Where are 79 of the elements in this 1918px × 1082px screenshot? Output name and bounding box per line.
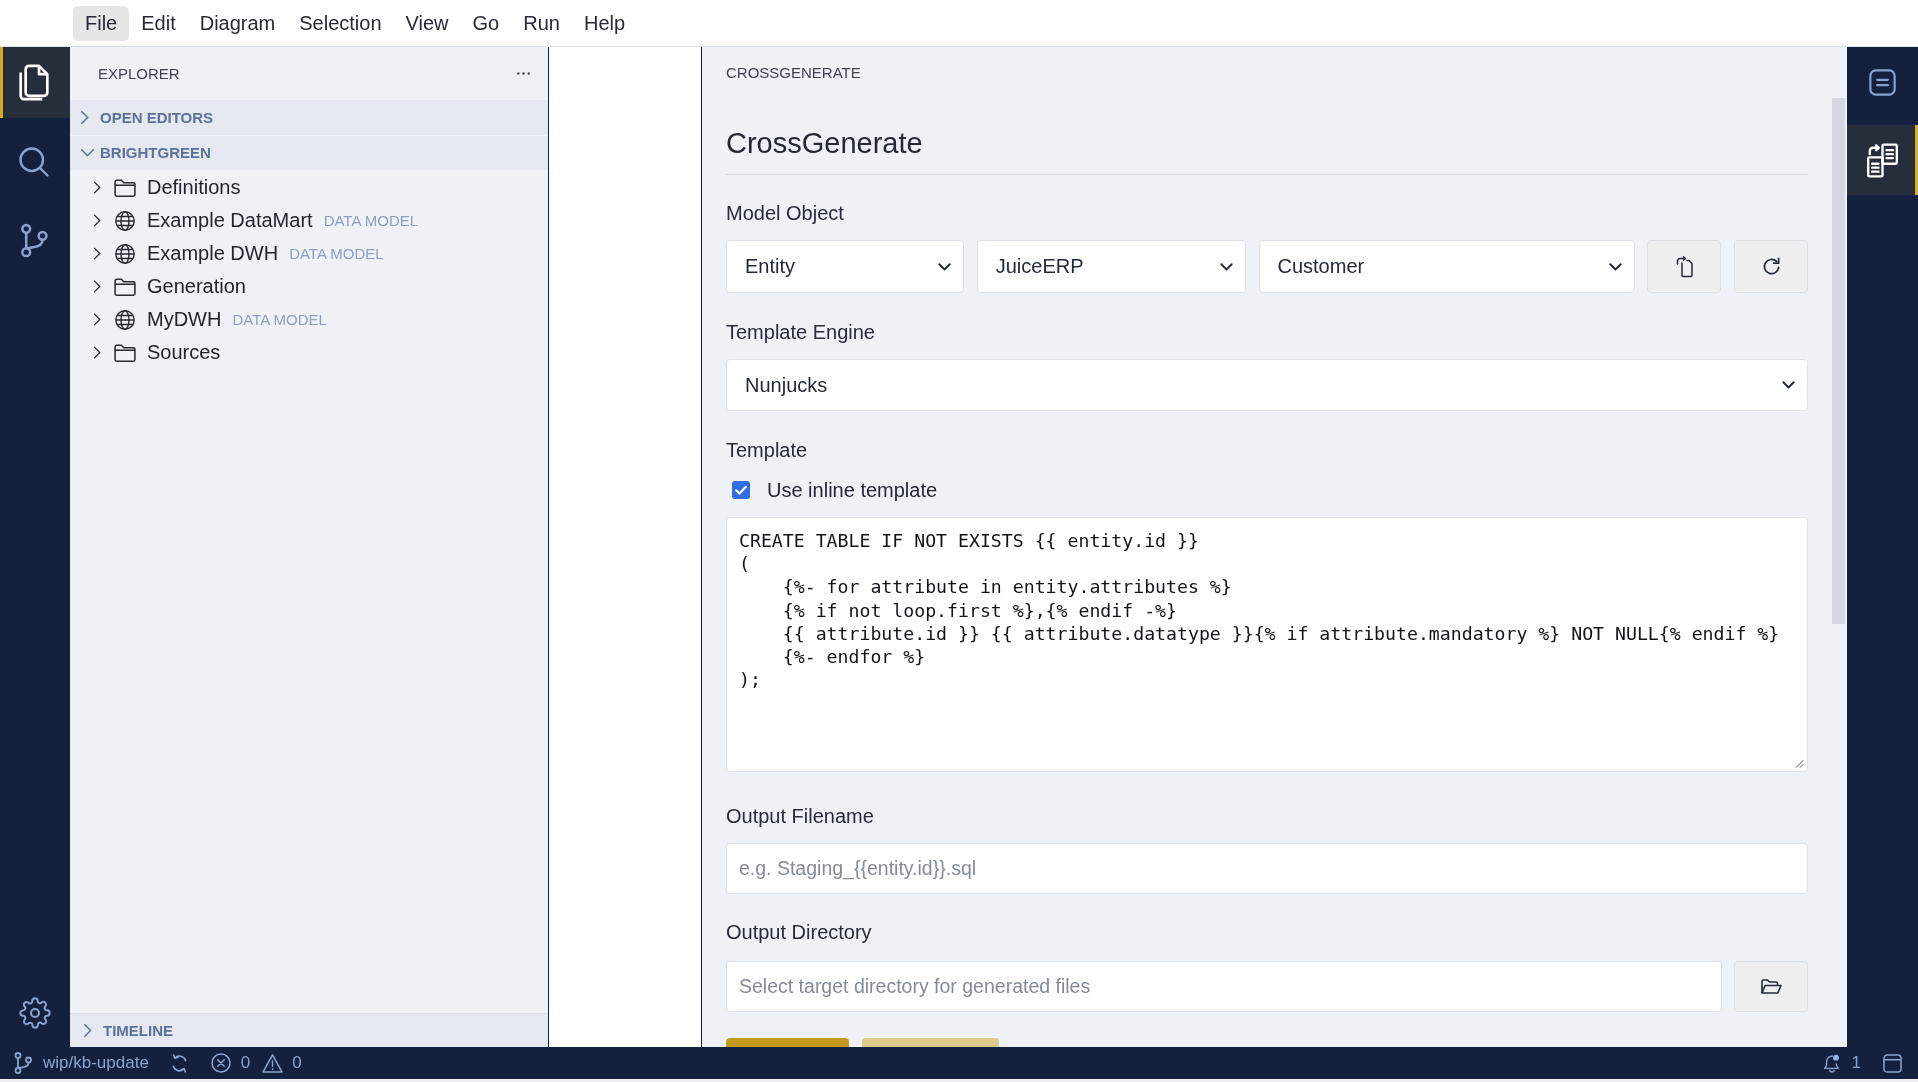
dropdown[interactable]: JuiceERP xyxy=(976,240,1246,293)
chevron-down-icon xyxy=(1219,262,1233,271)
field-label: Output Filename xyxy=(726,804,874,829)
folder-button[interactable] xyxy=(1734,961,1808,1012)
search-icon xyxy=(18,146,49,177)
menu-item[interactable]: Go xyxy=(460,5,512,41)
chevron-right-icon[interactable] xyxy=(93,312,101,327)
tree-item-label[interactable]: Definitions xyxy=(147,176,241,199)
branch-icon xyxy=(19,223,48,258)
warning-icon[interactable] xyxy=(262,1053,284,1073)
status-branch[interactable]: wip/kb-update xyxy=(43,1053,149,1073)
activity-bar-tab[interactable] xyxy=(0,47,70,118)
menu-item[interactable]: Diagram xyxy=(187,5,288,41)
field-label: Output Directory xyxy=(726,920,872,945)
menu-item[interactable]: Run xyxy=(511,5,572,41)
side-panel-tab[interactable] xyxy=(1847,125,1918,195)
section-header[interactable]: TIMELINE xyxy=(70,1013,548,1047)
panel-header-title: CROSSGENERATE xyxy=(726,63,861,83)
checkbox-label[interactable]: Use inline template xyxy=(767,478,938,502)
folder-icon xyxy=(114,276,136,297)
text-input[interactable]: Select target directory for generated files xyxy=(726,961,1722,1012)
tree-item-description: DATA MODEL xyxy=(323,212,419,229)
section-header[interactable]: BRIGHTGREEN xyxy=(70,135,548,171)
field-label: Template xyxy=(726,438,808,463)
refresh-icon xyxy=(1761,257,1781,276)
menu-item[interactable]: Edit xyxy=(129,5,188,41)
chevron-right-icon[interactable] xyxy=(93,180,101,195)
refresh-button[interactable] xyxy=(1734,240,1808,293)
more-icon[interactable] xyxy=(517,72,530,75)
globe-icon xyxy=(114,309,136,330)
field-label: Template Engine xyxy=(726,320,875,345)
documents-arrow-icon xyxy=(1865,142,1900,178)
tree-item-description: DATA MODEL xyxy=(289,245,384,262)
error-count[interactable]: 0 xyxy=(240,1053,251,1073)
files-icon xyxy=(18,64,49,101)
list-icon xyxy=(1869,68,1896,96)
chevron-right-icon[interactable] xyxy=(93,213,101,228)
dropdown[interactable]: Entity xyxy=(726,240,964,293)
tree-item-label[interactable]: Generation xyxy=(147,275,246,298)
folder-icon xyxy=(114,177,136,198)
settings-icon[interactable] xyxy=(19,997,51,1029)
tree-item-label[interactable]: Example DWH xyxy=(147,242,279,265)
menu-item[interactable]: Selection xyxy=(287,5,394,41)
chevron-right-icon[interactable] xyxy=(93,246,101,261)
globe-icon xyxy=(114,243,136,264)
menu-item[interactable]: Help xyxy=(571,5,638,41)
error-icon[interactable] xyxy=(210,1053,231,1073)
folder-open-icon xyxy=(1760,978,1782,995)
file-arrow-icon xyxy=(1675,255,1693,278)
resize-grip-icon[interactable] xyxy=(1794,758,1804,768)
text-input[interactable]: e.g. Staging_{{entity.id}}.sql xyxy=(726,843,1808,894)
bell-icon[interactable] xyxy=(1822,1053,1840,1073)
tree-item-label[interactable]: MyDWH xyxy=(147,308,222,331)
menu-item[interactable]: View xyxy=(393,5,461,41)
tree-item-label[interactable]: Example DataMart xyxy=(147,209,313,232)
template-code-field[interactable]: CREATE TABLE IF NOT EXISTS {{ entity.id }} ( {%- for attribute in entity.attributes %} {% if not loop.first %},{% endif -%} {{ attribute.id }} {{ attribute.datatype }}{% if attribute.mandatory %} NOT NULL{% endif %} {%- endfor %} ); xyxy=(726,517,1808,772)
chevron-right-icon[interactable] xyxy=(93,279,101,294)
tree-item-description: DATA MODEL xyxy=(232,311,327,328)
notification-count[interactable]: 1 xyxy=(1851,1053,1861,1073)
folder-icon xyxy=(114,342,136,363)
tree-item-label[interactable]: Sources xyxy=(147,341,221,364)
checkbox[interactable] xyxy=(732,481,750,499)
scrollbar-thumb[interactable] xyxy=(1832,98,1845,624)
branch-icon[interactable] xyxy=(14,1052,32,1074)
chevron-down-icon xyxy=(1782,381,1795,389)
file-action-button[interactable] xyxy=(1647,240,1722,293)
chevron-down-icon xyxy=(1608,262,1622,271)
warning-count[interactable]: 0 xyxy=(292,1053,302,1073)
chevron-down-icon xyxy=(938,262,951,271)
globe-icon xyxy=(114,210,136,231)
menu-item[interactable]: File xyxy=(73,5,130,41)
dropdown[interactable]: Nunjucks xyxy=(726,359,1808,411)
dropdown[interactable]: Customer xyxy=(1258,240,1635,293)
sidebar-title: EXPLORER xyxy=(98,65,180,82)
window-layout-icon[interactable] xyxy=(1883,1053,1902,1073)
chevron-right-icon[interactable] xyxy=(93,345,101,360)
section-header[interactable]: OPEN EDITORS xyxy=(70,100,548,136)
field-label: Model Object xyxy=(726,201,844,226)
page-title: CrossGenerate xyxy=(726,125,1808,175)
